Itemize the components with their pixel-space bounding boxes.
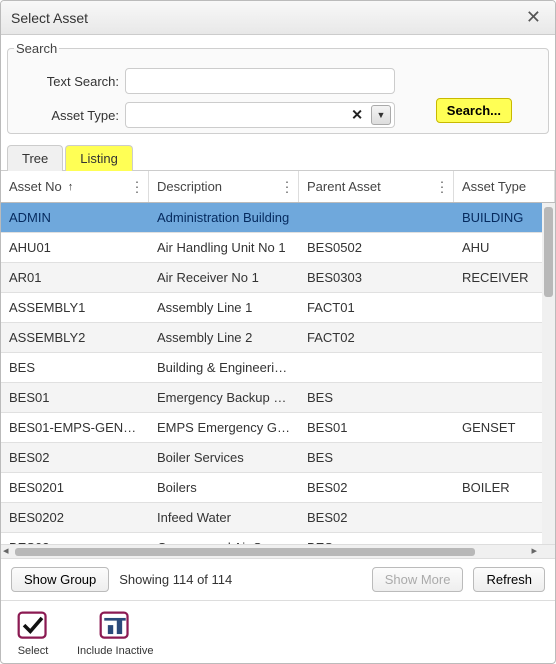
cell-asset-no: BES01 [1,390,149,405]
chevron-down-icon: ▼ [377,110,386,120]
table-row[interactable]: BES01Emergency Backup Po...BES [1,383,555,413]
cell-type: BOILER [454,480,555,495]
scrollbar-thumb[interactable] [544,207,553,297]
column-header-parent-asset[interactable]: Parent Asset ⋮ [299,171,454,202]
tab-tree[interactable]: Tree [7,145,63,171]
cell-type: AHU [454,240,555,255]
cell-description: Building & Engineering... [149,360,299,375]
cell-asset-no: ASSEMBLY1 [1,300,149,315]
search-panel: Search Text Search: Asset Type: ✕ ▼ Sear… [7,41,549,134]
select-tool[interactable]: Select [15,609,51,657]
table-row[interactable]: AHU01Air Handling Unit No 1BES0502AHU [1,233,555,263]
sort-asc-icon: ↑ [68,181,74,193]
cell-asset-no: ADMIN [1,210,149,225]
refresh-button[interactable]: Refresh [473,567,545,592]
tab-listing[interactable]: Listing [65,145,133,171]
table-row[interactable]: ADMINAdministration Building BUILDING [1,203,555,233]
table-row[interactable]: AR01Air Receiver No 1BES0303RECEIVER [1,263,555,293]
scrollbar-thumb[interactable] [15,548,475,556]
cell-asset-no: ASSEMBLY2 [1,330,149,345]
cell-type: GENSET [454,420,555,435]
cell-asset-no: AHU01 [1,240,149,255]
table-row[interactable]: BES01-EMPS-GENSETEMPS Emergency Gen...BE… [1,413,555,443]
dropdown-button[interactable]: ▼ [371,105,391,125]
column-header-label: Description [157,179,222,194]
show-group-button[interactable]: Show Group [11,567,109,592]
search-legend: Search [14,41,59,56]
cell-asset-no: AR01 [1,270,149,285]
cell-parent: BES01 [299,420,454,435]
close-button[interactable]: ✕ [522,7,545,28]
grid: Asset No ↑ ⋮ Description ⋮ Parent Asset … [1,171,555,600]
text-search-input[interactable] [125,68,395,94]
cell-asset-no: BES0202 [1,510,149,525]
cell-description: Infeed Water [149,510,299,525]
cell-type: RECEIVER [454,270,555,285]
vertical-scrollbar[interactable] [542,203,555,544]
table-row[interactable]: BESBuilding & Engineering... [1,353,555,383]
window-title: Select Asset [11,10,88,26]
table-row[interactable]: ASSEMBLY2Assembly Line 2FACT02 [1,323,555,353]
column-header-asset-no[interactable]: Asset No ↑ ⋮ [1,171,149,202]
cell-description: Assembly Line 1 [149,300,299,315]
column-menu-icon[interactable]: ⋮ [435,178,449,195]
cell-parent: BES0502 [299,240,454,255]
table-row[interactable]: ASSEMBLY1Assembly Line 1FACT01 [1,293,555,323]
column-menu-icon[interactable]: ⋮ [280,178,294,195]
cell-parent: BES [299,390,454,405]
cell-description: Air Handling Unit No 1 [149,240,299,255]
table-row[interactable]: BES0201BoilersBES02BOILER [1,473,555,503]
cell-parent: BES02 [299,480,454,495]
horizontal-scrollbar[interactable] [1,544,555,558]
table-row[interactable]: BES02Boiler ServicesBES [1,443,555,473]
titlebar: Select Asset ✕ [1,1,555,35]
cell-parent: BES02 [299,510,454,525]
tab-bar: Tree Listing [1,144,555,171]
cell-description: Boilers [149,480,299,495]
show-more-button[interactable]: Show More [372,567,464,592]
tool-label: Include Inactive [77,645,153,657]
table-row[interactable]: BES0202Infeed WaterBES02 [1,503,555,533]
toolbar: Select Include Inactive [1,600,555,663]
grid-header: Asset No ↑ ⋮ Description ⋮ Parent Asset … [1,171,555,203]
cell-description: Administration Building [149,210,299,225]
cell-parent: FACT02 [299,330,454,345]
search-button[interactable]: Search... [436,98,512,123]
cell-parent: BES [299,450,454,465]
status-text: Showing 114 of 114 [119,572,232,587]
column-header-label: Asset No [9,179,62,194]
include-inactive-icon [97,609,133,643]
column-header-description[interactable]: Description ⋮ [149,171,299,202]
cell-asset-no: BES02 [1,450,149,465]
cell-parent: BES0303 [299,270,454,285]
column-header-label: Asset Type [462,179,526,194]
cell-description: Air Receiver No 1 [149,270,299,285]
cell-parent: FACT01 [299,300,454,315]
asset-type-label: Asset Type: [34,108,119,123]
select-icon [15,609,51,643]
clear-icon[interactable]: ✕ [351,107,363,124]
cell-description: Assembly Line 2 [149,330,299,345]
cell-description: EMPS Emergency Gen... [149,420,299,435]
cell-description: Emergency Backup Po... [149,390,299,405]
column-menu-icon[interactable]: ⋮ [130,178,144,195]
include-inactive-tool[interactable]: Include Inactive [77,609,153,657]
grid-rows: ADMINAdministration Building BUILDING AHU0… [1,203,555,544]
cell-description: Boiler Services [149,450,299,465]
cell-asset-no: BES01-EMPS-GENSET [1,420,149,435]
cell-asset-no: BES0201 [1,480,149,495]
column-header-label: Parent Asset [307,179,381,194]
close-icon: ✕ [526,7,541,27]
table-row[interactable]: BES03Compressed Air Servic...BES [1,533,555,544]
cell-type: BUILDING [454,210,555,225]
grid-footer: Show Group Showing 114 of 114 Show More … [1,558,555,600]
tool-label: Select [18,645,49,657]
text-search-label: Text Search: [34,74,119,89]
cell-asset-no: BES [1,360,149,375]
column-header-asset-type[interactable]: Asset Type [454,171,555,202]
